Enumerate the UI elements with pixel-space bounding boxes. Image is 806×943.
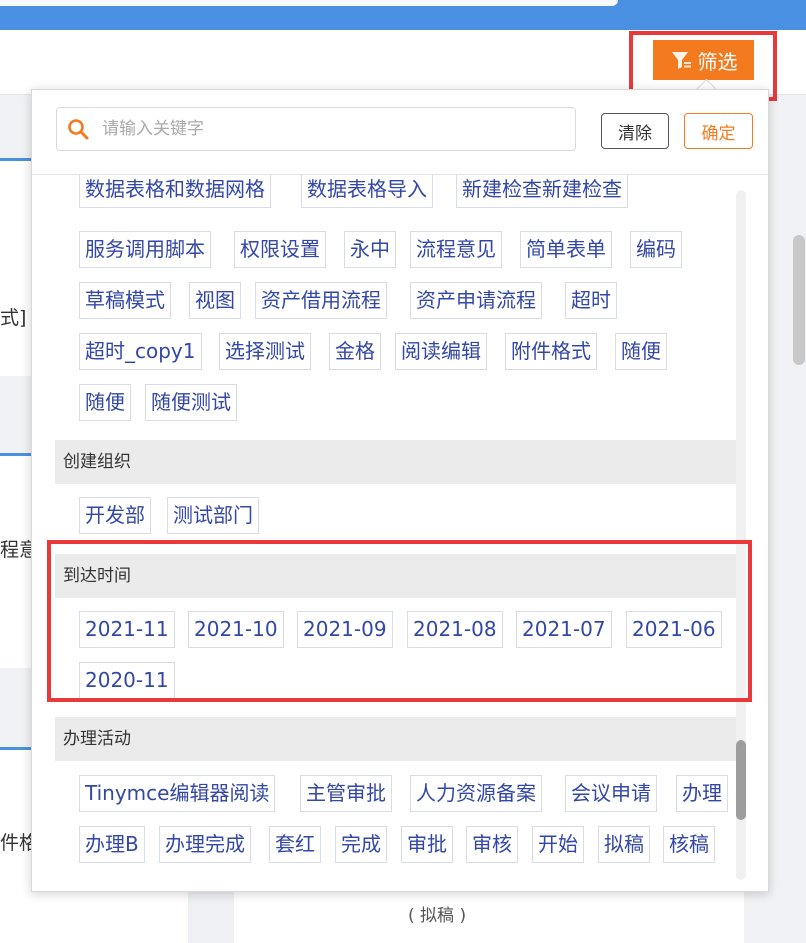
filter-tag[interactable]: 2021-07 xyxy=(516,611,612,648)
filter-button[interactable]: 筛选 xyxy=(653,40,754,80)
filter-tag[interactable]: 流程意见 xyxy=(410,231,502,268)
funnel-icon xyxy=(671,52,691,69)
filter-tag[interactable]: 测试部门 xyxy=(167,497,259,534)
filter-tag[interactable]: 套红 xyxy=(269,826,321,863)
section-header-organization: 创建组织 xyxy=(55,440,737,484)
filter-tag[interactable]: 审批 xyxy=(401,826,453,863)
filter-tag[interactable]: 完成 xyxy=(335,826,387,863)
filter-tag[interactable]: 资产申请流程 xyxy=(410,282,542,319)
filter-tag[interactable]: 数据表格导入 xyxy=(301,175,433,208)
filter-tag[interactable]: 超时_copy1 xyxy=(79,333,202,370)
filter-tag[interactable]: 选择测试 xyxy=(219,333,311,370)
filter-tag[interactable]: 草稿模式 xyxy=(79,282,171,319)
filter-tag[interactable]: 开发部 xyxy=(79,497,151,534)
page-scrollbar[interactable] xyxy=(792,95,806,943)
filter-tag[interactable]: 核稿 xyxy=(663,826,715,863)
filter-tag[interactable]: 办理B xyxy=(79,826,145,863)
search-row: 清除 确定 xyxy=(32,90,768,175)
filter-tag[interactable]: 视图 xyxy=(189,282,241,319)
filter-tag[interactable]: Tinymce编辑器阅读 xyxy=(79,775,276,812)
filter-tag[interactable]: 随便 xyxy=(615,333,667,370)
filter-tag[interactable]: 办理完成 xyxy=(159,826,251,863)
confirm-button[interactable]: 确定 xyxy=(684,113,753,149)
filter-tag[interactable]: 2021-11 xyxy=(79,611,175,648)
filter-tag[interactable]: 2021-10 xyxy=(188,611,284,648)
filter-tag[interactable]: 简单表单 xyxy=(520,231,612,268)
filter-tag[interactable]: 永中 xyxy=(344,231,396,268)
filter-tag[interactable]: 编码 xyxy=(630,231,682,268)
filter-tag[interactable]: 2021-09 xyxy=(297,611,393,648)
filter-tag[interactable]: 服务调用脚本 xyxy=(79,231,211,268)
clear-button[interactable]: 清除 xyxy=(601,113,669,149)
filter-tag[interactable]: 超时 xyxy=(565,282,617,319)
filter-list-scrollbar[interactable] xyxy=(736,190,746,880)
filter-popover: 清除 确定 数据表格和数据网格 数据表格导入 新建检查新建检查 服务调用脚本 权… xyxy=(31,89,769,892)
filter-tag[interactable]: 随便测试 xyxy=(145,384,237,421)
filter-tag[interactable]: 2020-11 xyxy=(79,662,175,699)
section-header-activities: 办理活动 xyxy=(55,717,737,761)
filter-tag[interactable]: 新建检查新建检查 xyxy=(456,175,628,208)
card-text: 式] xyxy=(0,307,27,329)
filter-tag[interactable]: 开始 xyxy=(532,826,584,863)
filter-options-list[interactable]: 数据表格和数据网格 数据表格导入 新建检查新建检查 服务调用脚本 权限设置 永中… xyxy=(32,175,768,875)
filter-tag[interactable]: 2021-06 xyxy=(626,611,722,648)
filter-tag[interactable]: 金格 xyxy=(329,333,381,370)
filter-tag[interactable]: 人力资源备案 xyxy=(410,775,542,812)
filter-tag[interactable]: 权限设置 xyxy=(234,231,326,268)
page-scrollbar-thumb[interactable] xyxy=(793,235,805,365)
filter-tag[interactable]: 随便 xyxy=(79,384,131,421)
search-input[interactable] xyxy=(100,118,534,140)
filter-tag[interactable]: 数据表格和数据网格 xyxy=(79,175,271,208)
filter-tag[interactable]: 阅读编辑 xyxy=(395,333,487,370)
section-header-arrival-time: 到达时间 xyxy=(55,554,737,598)
filter-button-label: 筛选 xyxy=(697,49,738,74)
search-icon xyxy=(68,119,89,140)
filter-tag[interactable]: 拟稿 xyxy=(598,826,650,863)
filter-tag[interactable]: 主管审批 xyxy=(300,775,392,812)
filter-tag[interactable]: 附件格式 xyxy=(505,333,597,370)
filter-tag[interactable]: 2021-08 xyxy=(407,611,503,648)
search-field[interactable] xyxy=(56,107,576,151)
top-bar-strip xyxy=(0,0,618,6)
stage-label: ( 拟稿 ) xyxy=(408,906,467,926)
filter-tag[interactable]: 会议申请 xyxy=(565,775,657,812)
filter-list-scrollbar-thumb[interactable] xyxy=(736,740,746,820)
filter-tag[interactable]: 办理 xyxy=(676,775,728,812)
filter-tag[interactable]: 审核 xyxy=(466,826,518,863)
app-top-bar xyxy=(0,0,806,30)
filter-tag[interactable]: 资产借用流程 xyxy=(255,282,387,319)
